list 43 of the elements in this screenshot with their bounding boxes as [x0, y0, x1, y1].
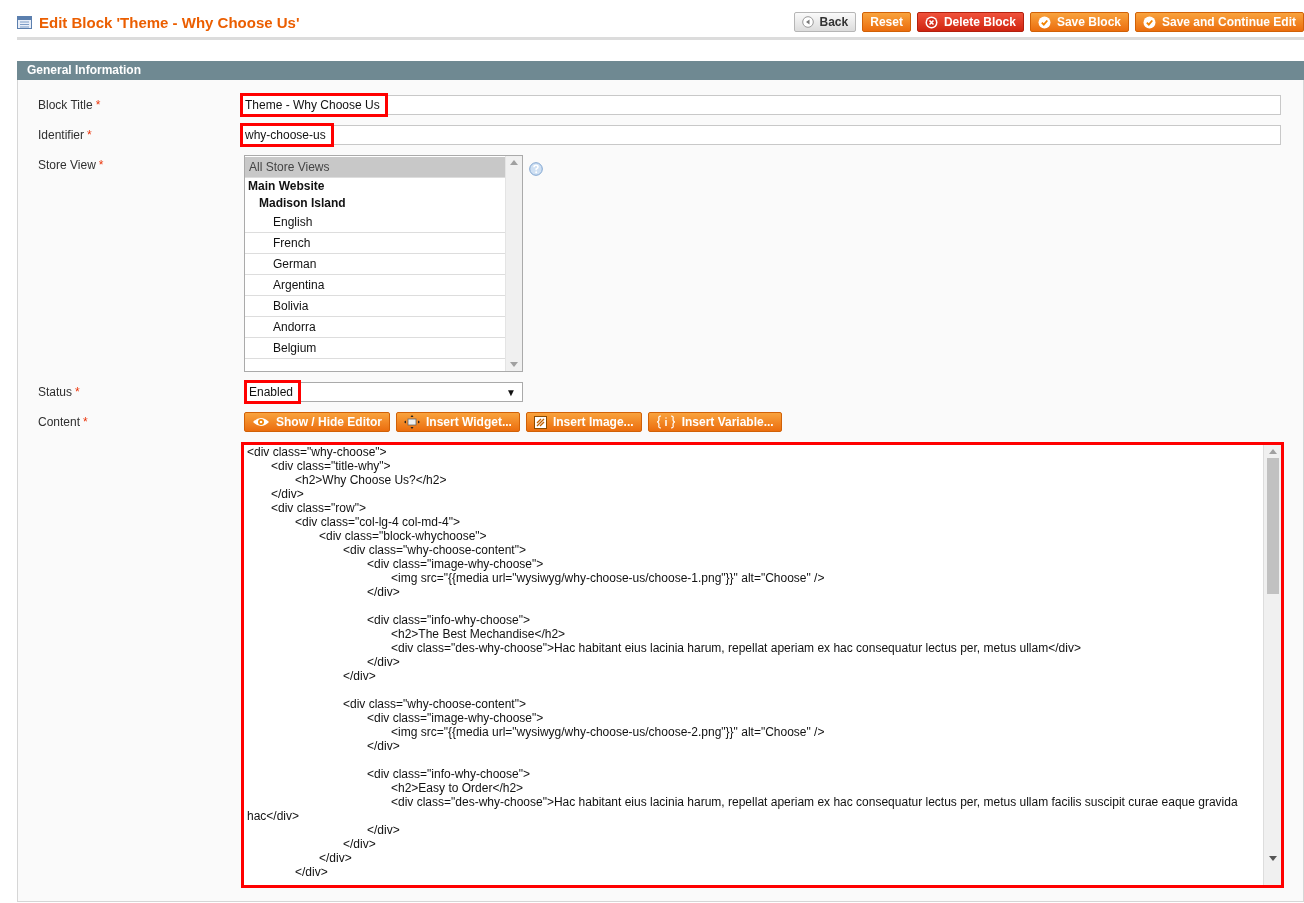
page-title: Edit Block 'Theme - Why Choose Us': [39, 13, 300, 31]
field-label: Identifier: [38, 128, 85, 142]
scrollbar[interactable]: [505, 156, 522, 371]
store-option[interactable]: Bolivia: [245, 296, 505, 317]
field-label: Content: [38, 415, 81, 429]
store-option[interactable]: Argentina: [245, 275, 505, 296]
store-option[interactable]: French: [245, 233, 505, 254]
store-group-label: Main Website: [247, 178, 326, 195]
required-mark: *: [95, 98, 101, 112]
store-option[interactable]: Belgium: [245, 338, 505, 359]
content-editor[interactable]: <div class="why-choose"> <div class="title-why"> <h2>Why Choose Us?</h2> </div> <div class="row"> <div class="col-lg-4 col-md-4"> <div class="block-whychoose"> <div class="why-choose-content"> <div class="image-why-choose"> <img src="{{media url="wysiwyg/why-choose-us/choose-1.png"}}" alt="Choose" /> </div> <div class="info-why-choose"> <h2>The Best Mechandise</h2> <div class="des-why-choose">Hac habitant eius lacinia harum, repellat aperiam ex hac consequatur lectus per, metus ullam</div> </div> </div> <div class="why-choose-content"> <div class="image-why-choose"> <img src="{{media url="wysiwyg/why-choose-us/choose-2.png"}}" alt="Choose" /> </div> <div class="info-why-choose"> <h2>Easy to Order</h2> <div class="des-why-choose">Hac habitant eius lacinia harum, repellat aperiam ex hac consequatur lectus per, metus ullam facilis suscipit curae eaque gravida hac</div> </div> </div> </div> </div>: [241, 442, 1284, 888]
text-field[interactable]: Theme - Why Choose Us: [241, 95, 1281, 115]
grid-page-icon: [17, 15, 32, 29]
scroll-up-icon[interactable]: [510, 160, 518, 165]
check-icon: [1143, 15, 1156, 29]
store-group-label: Madison Island: [258, 195, 347, 212]
text-field[interactable]: why-choose-us: [241, 125, 1281, 145]
widget-icon: [404, 415, 420, 429]
required-mark: *: [83, 415, 88, 429]
scroll-down-icon[interactable]: [1268, 856, 1277, 861]
back-button[interactable]: Back: [793, 12, 857, 32]
status-select[interactable]: Enabled ▼: [244, 382, 523, 402]
help-icon[interactable]: [529, 162, 543, 176]
field-label: Block Title: [38, 98, 93, 112]
image-icon: [533, 415, 547, 429]
scrollbar-thumb[interactable]: [1266, 458, 1279, 594]
required-mark: *: [75, 385, 80, 399]
variable-braces-icon: [655, 415, 676, 429]
scroll-up-icon[interactable]: [1268, 449, 1277, 454]
check-icon: [1037, 15, 1051, 29]
store-option[interactable]: English: [245, 212, 505, 233]
field-label: Store View: [38, 158, 96, 172]
section-header: General Information: [17, 61, 1304, 80]
scrollbar[interactable]: [1263, 445, 1281, 885]
store-option[interactable]: All Store Views: [245, 157, 505, 178]
delete-button[interactable]: Delete Block: [916, 12, 1024, 32]
required-mark: *: [98, 158, 104, 172]
store-option[interactable]: German: [245, 254, 505, 275]
required-mark: *: [87, 128, 92, 142]
close-icon: [924, 15, 938, 29]
store-option[interactable]: Andorra: [245, 317, 505, 338]
field-label: Status: [38, 385, 73, 399]
eye-icon: [252, 416, 270, 428]
